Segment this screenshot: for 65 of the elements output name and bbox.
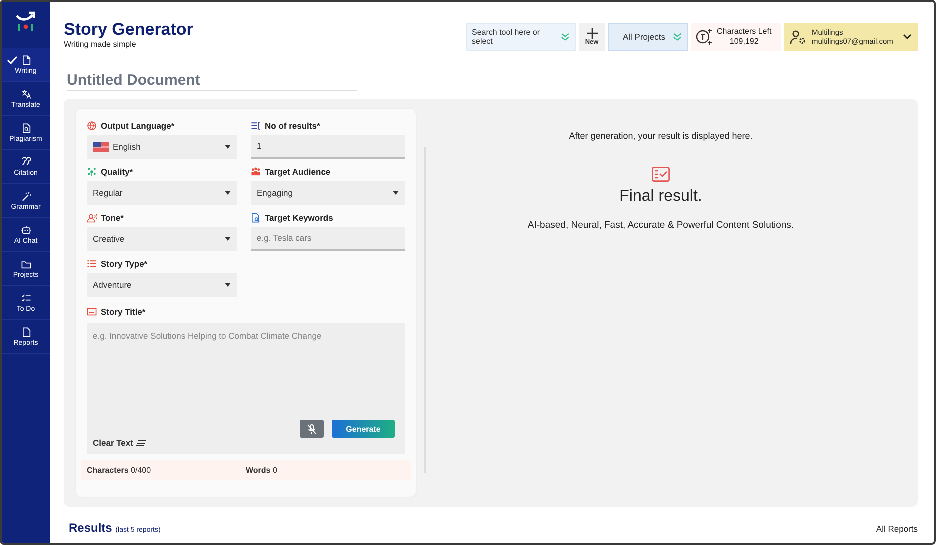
- field-label-icon: [87, 213, 97, 223]
- sidebar-item-icon: [20, 292, 32, 304]
- field-label-icon: [87, 259, 97, 269]
- dropdown-field[interactable]: Regular: [87, 181, 237, 205]
- sidebar-item-icon: [20, 224, 32, 236]
- field-label: Output Language*: [101, 121, 175, 131]
- sidebar-item-icon: [20, 156, 32, 168]
- field-label: Story Title*: [101, 307, 146, 317]
- count-text: Words 0: [246, 466, 278, 474]
- sidebar-item-icon: [20, 54, 32, 66]
- result-tagline: AI-based, Neural, Fast, Accurate & Powerful Content Solutions.: [528, 220, 794, 231]
- count-text: Characters 0/400: [87, 466, 152, 474]
- double-chevron-icon: [561, 32, 570, 42]
- field-label-icon: [251, 121, 261, 131]
- field-label: Target Keywords: [265, 213, 334, 223]
- sidebar-item-icon: [20, 190, 32, 202]
- dropdown-caret-icon: [393, 191, 399, 195]
- dropdown-field[interactable]: Adventure: [87, 273, 237, 297]
- all-reports-link[interactable]: All Reports: [876, 524, 918, 534]
- field-label: Story Type*: [101, 259, 148, 269]
- result-hint: After generation, your result is displayed here.: [569, 131, 753, 141]
- dropdown-field[interactable]: English: [87, 135, 237, 159]
- flag-icon: [93, 142, 109, 152]
- sidebar-item-icon: [20, 88, 32, 100]
- input-field[interactable]: 1: [251, 135, 405, 159]
- field-label: Tone*: [101, 213, 124, 223]
- dropdown-caret-icon: [225, 237, 231, 241]
- lines-icon: [136, 440, 146, 446]
- mic-off-icon: [307, 424, 317, 434]
- sidebar-item-icon: [20, 122, 32, 134]
- dropdown-field[interactable]: Creative: [87, 227, 237, 251]
- dropdown-caret-icon: [225, 191, 231, 195]
- clear-text-button[interactable]: Clear Text: [93, 438, 146, 448]
- field-label-icon: [87, 121, 97, 131]
- generate-button[interactable]: Generate: [332, 420, 395, 438]
- token-icon: [695, 28, 713, 46]
- dropdown-caret-icon: [225, 283, 231, 287]
- field-label: No of results*: [265, 121, 320, 131]
- sidebar-item-icon: [20, 326, 32, 338]
- page-title: Story Generator: [64, 20, 194, 40]
- page-subtitle: Writing made simple: [64, 40, 138, 49]
- story-title-textarea[interactable]: e.g. Innovative Solutions Helping to Combat Climate Change Clear Text Generate: [87, 323, 405, 454]
- field-label-icon: [87, 307, 97, 317]
- dropdown-field[interactable]: Engaging: [251, 181, 405, 205]
- field-label: Target Audience: [265, 167, 331, 177]
- checklist-icon: [652, 167, 670, 182]
- characters-left-text: Characters Left 109,192: [717, 27, 772, 47]
- project-dropdown[interactable]: All Projects: [608, 23, 688, 51]
- double-chevron-icon: [673, 32, 682, 42]
- plus-icon: [586, 28, 598, 39]
- input-field[interactable]: e.g. Tesla cars: [251, 227, 405, 251]
- sidebar-item-icon: [20, 258, 32, 270]
- user-settings-icon: [790, 30, 807, 44]
- field-label-icon: [87, 167, 97, 177]
- logo-icon: [14, 10, 38, 34]
- document-title[interactable]: Untitled Document: [67, 72, 357, 91]
- tool-search-field[interactable]: Search tool here or select: [466, 23, 576, 51]
- checkmark-icon: [7, 56, 18, 65]
- result-title: Final result.: [620, 188, 702, 206]
- chevron-down-icon: [903, 34, 912, 40]
- dropdown-caret-icon: [225, 145, 231, 149]
- field-label-icon: [251, 213, 261, 223]
- field-label: Quality*: [101, 167, 134, 177]
- field-label-icon: [251, 167, 261, 177]
- mic-off-button[interactable]: [300, 420, 324, 438]
